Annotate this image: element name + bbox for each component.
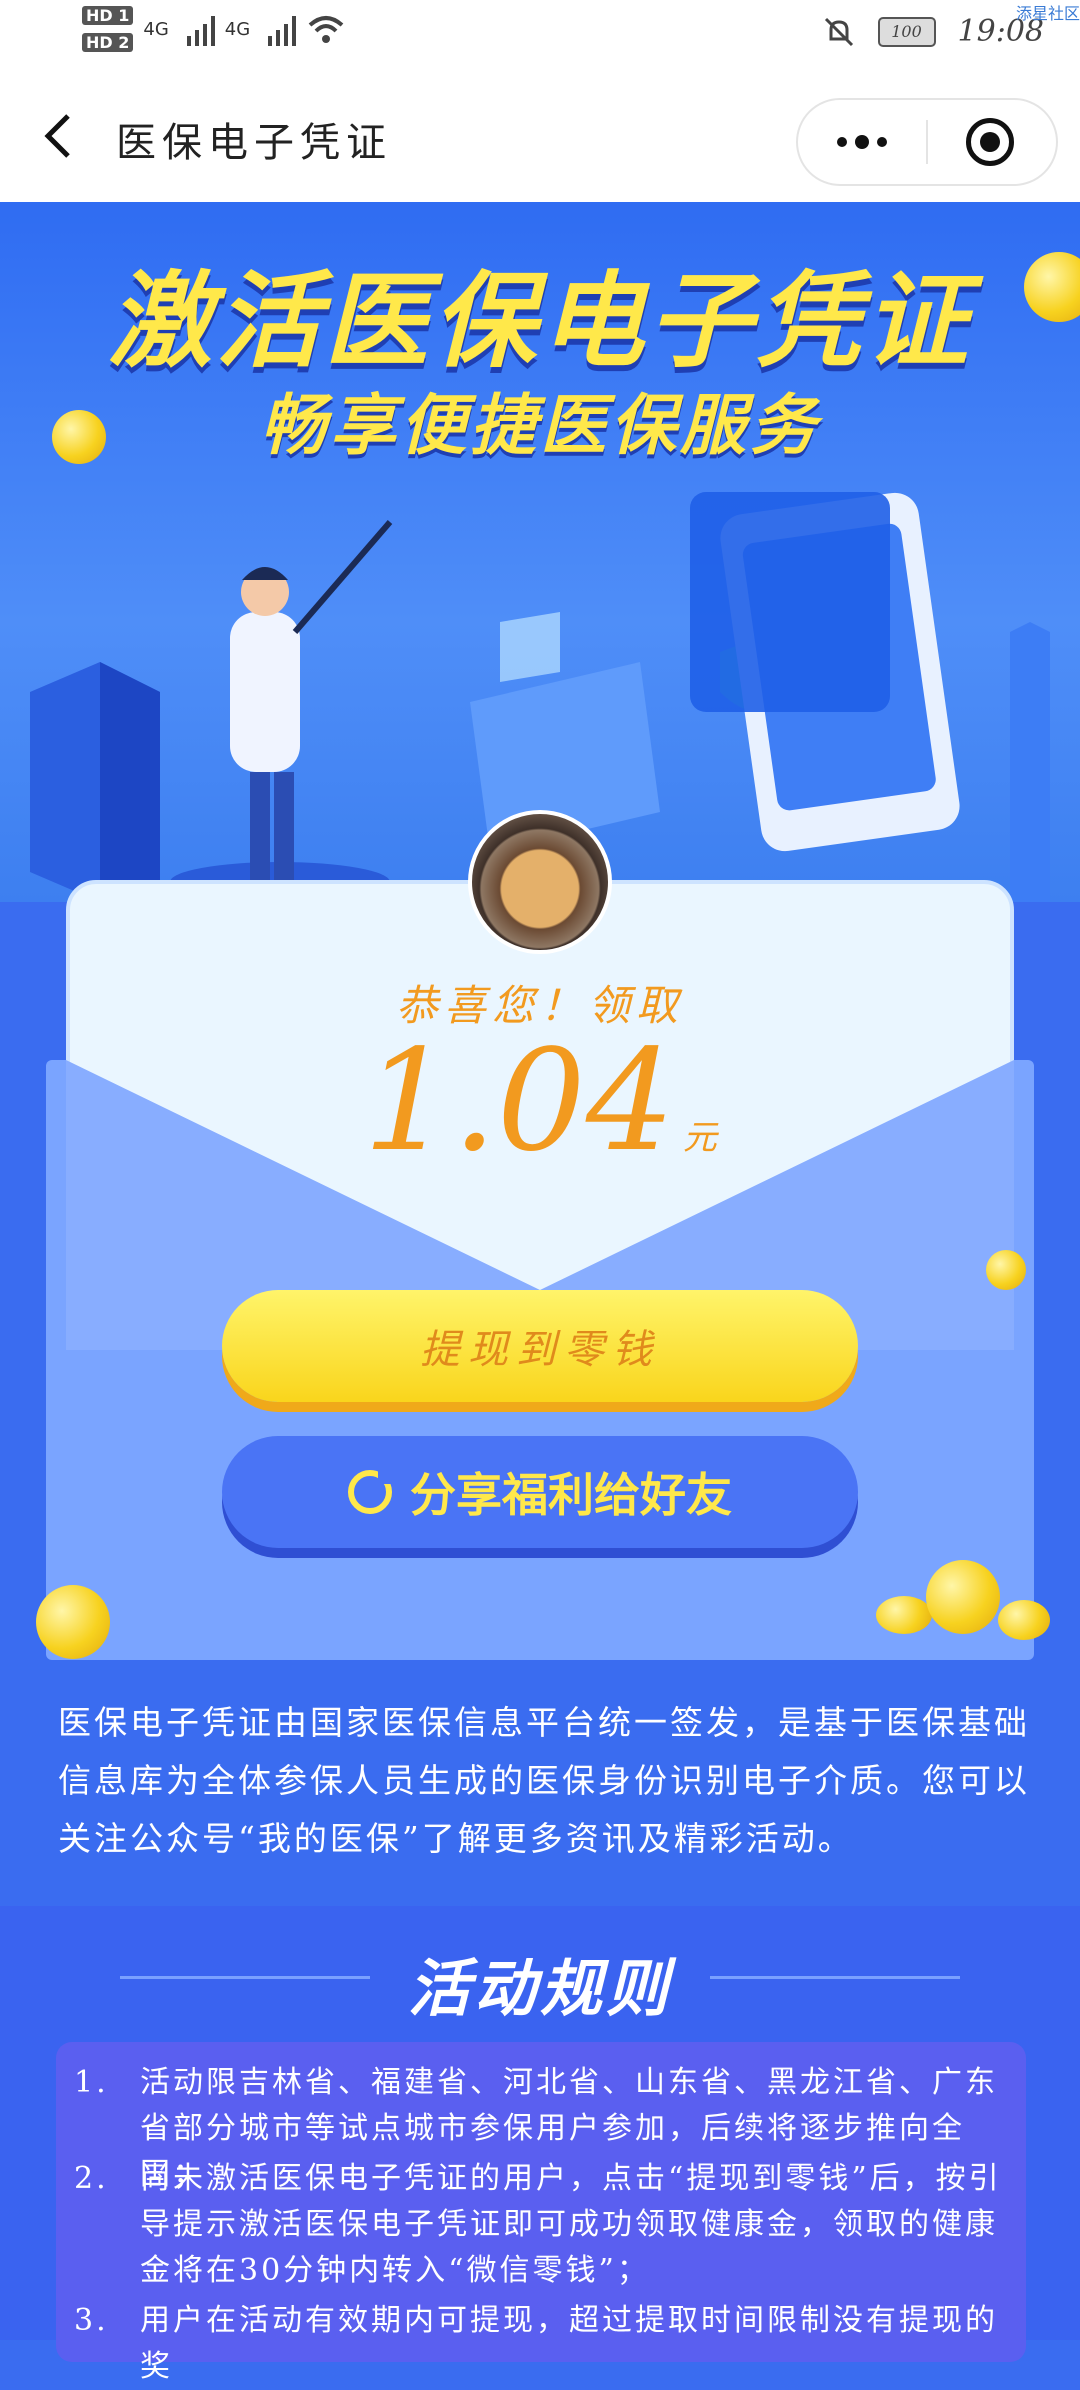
withdraw-button[interactable]: 提现到零钱 xyxy=(222,1290,858,1402)
wifi-icon xyxy=(308,16,344,43)
rules-header: 活动规则 xyxy=(0,1938,1080,2025)
coin-stack-decoration xyxy=(998,1600,1050,1640)
coin-stack-decoration xyxy=(876,1596,932,1634)
amount-value: 1.04 xyxy=(363,1020,675,1183)
corner-label: 添星社区 xyxy=(1015,4,1080,23)
rules-list: 1. 活动限吉林省、福建省、河北省、山东省、黑龙江省、广东省部分城市等试点城市参… xyxy=(56,2042,1026,2384)
status-left: HD 1 HD 2 4G 4G xyxy=(82,6,346,52)
status-bar: HD 1 HD 2 4G 4G 100 19:08 添星社区 xyxy=(0,0,1080,70)
network-type-2: 4G xyxy=(224,18,251,40)
coin-decoration xyxy=(36,1585,110,1659)
rule-text: 用户在活动有效期内可提现，超过提取时间限制没有提现的奖 xyxy=(140,2303,998,2384)
user-avatar xyxy=(468,810,612,954)
back-arrow-icon[interactable] xyxy=(38,112,78,160)
hd1-badge: HD 1 xyxy=(82,6,134,25)
page-title: 医保电子凭证 xyxy=(116,120,392,166)
more-dots-icon[interactable] xyxy=(832,130,892,154)
banner-subheadline: 畅享便捷医保服务 xyxy=(260,387,820,464)
coin-stack-decoration xyxy=(926,1560,1000,1634)
mute-bell-icon xyxy=(824,17,853,46)
rule-item: 3. 用户在活动有效期内可提现，超过提取时间限制没有提现的奖 xyxy=(74,2298,1004,2390)
hd2-badge: HD 2 xyxy=(82,33,134,52)
banner-headline: 激活医保电子凭证 xyxy=(107,260,972,382)
signal-icon xyxy=(186,12,215,46)
rule-number: 2. xyxy=(74,2161,109,2196)
status-right: 100 19:08 xyxy=(822,14,1044,49)
hero-banner: 激活医保电子凭证 畅享便捷医保服务 xyxy=(0,202,1080,902)
share-refresh-icon xyxy=(348,1468,394,1514)
reward-card: 恭喜您！领取 1.04 元 提现到零钱 分享福利给好友 xyxy=(36,810,1050,1660)
coin-decoration xyxy=(986,1250,1026,1290)
rules-section: 活动规则 1. 活动限吉林省、福建省、河北省、山东省、黑龙江省、广东省部分城市等… xyxy=(0,1906,1080,2384)
rule-number: 1. xyxy=(74,2065,109,2100)
description-text: 医保电子凭证由国家医保信息平台统一签发，是基于医保基础信息库为全体参保人员生成的… xyxy=(58,1703,1030,1858)
reward-amount: 1.04 元 xyxy=(46,1020,1034,1183)
nav-bar: 医保电子凭证 xyxy=(0,70,1080,202)
share-button[interactable]: 分享福利给好友 xyxy=(222,1436,858,1548)
capsule-divider xyxy=(926,120,928,164)
rules-title: 活动规则 xyxy=(407,1952,672,2025)
rule-item: 2. 尚未激活医保电子凭证的用户，点击“提现到零钱”后，按引导提示激活医保电子凭… xyxy=(74,2156,1004,2294)
mini-program-capsule xyxy=(796,98,1058,186)
rule-text: 尚未激活医保电子凭证的用户，点击“提现到零钱”后，按引导提示激活医保电子凭证即可… xyxy=(140,2161,1002,2288)
signal-icon-2 xyxy=(268,12,297,46)
close-target-icon[interactable] xyxy=(966,118,1014,166)
network-type-1: 4G xyxy=(143,18,169,40)
coin-decoration xyxy=(52,410,106,464)
rule-number: 3. xyxy=(74,2303,109,2338)
share-button-label: 分享福利给好友 xyxy=(410,1468,732,1522)
battery-icon: 100 xyxy=(877,16,936,47)
amount-unit: 元 xyxy=(682,1118,717,1158)
